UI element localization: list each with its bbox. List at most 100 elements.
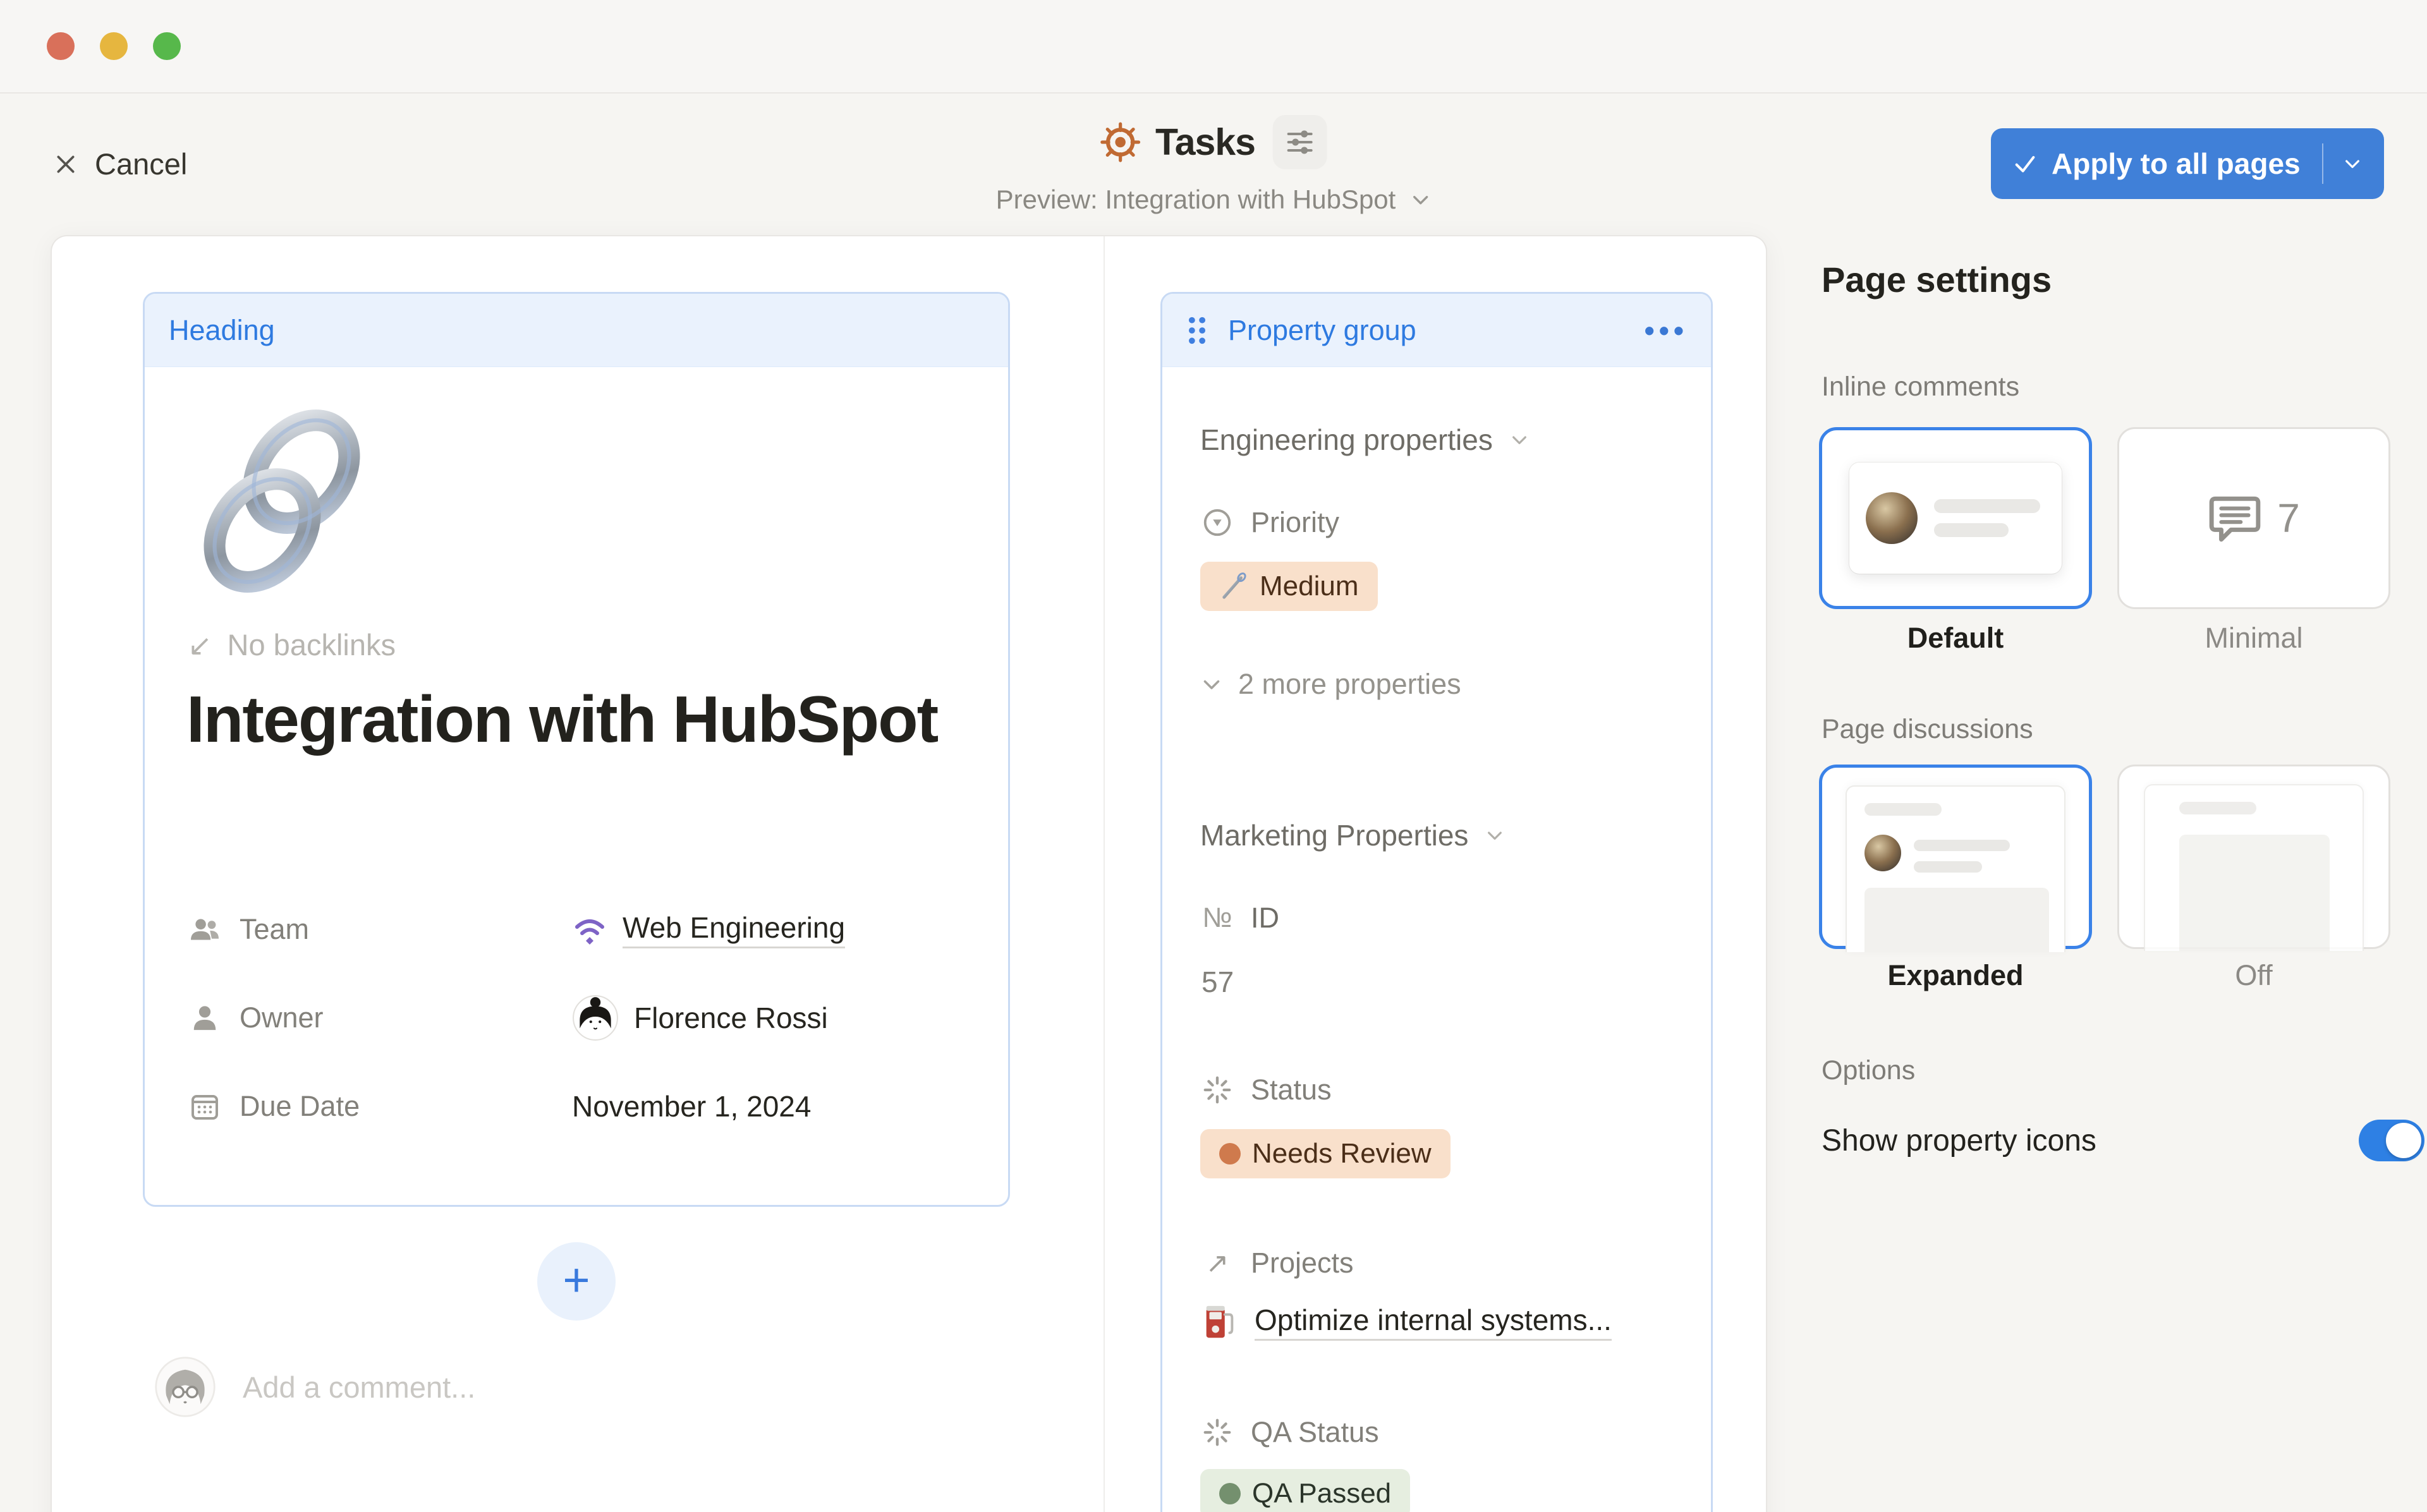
mini-avatar	[1864, 835, 1901, 871]
team-icon	[188, 916, 221, 943]
chevron-down-icon[interactable]	[2342, 154, 2363, 174]
owner-value[interactable]: Florence Rossi	[572, 993, 828, 1043]
due-date-value[interactable]: November 1, 2024	[572, 1081, 811, 1132]
engineering-group-header[interactable]: Engineering properties	[1200, 423, 1530, 457]
marketing-group-label: Marketing Properties	[1200, 818, 1468, 852]
heading-section-band: Heading	[145, 294, 1008, 367]
florence-avatar	[572, 995, 619, 1041]
engineering-group-label: Engineering properties	[1200, 423, 1493, 457]
more-properties-toggle[interactable]: 2 more properties	[1200, 668, 1461, 701]
zoom-window-button[interactable]	[153, 32, 181, 60]
projects-property-row: ↗ Projects	[1200, 1240, 1354, 1286]
apply-to-all-pages-button[interactable]: Apply to all pages	[1991, 128, 2384, 199]
chevron-down-icon	[1409, 189, 1431, 210]
property-group-band: Property group •••	[1162, 294, 1711, 367]
due-date-property-row: Due Date	[186, 1081, 360, 1132]
qa-spinner-icon	[1201, 1417, 1233, 1448]
preview-label: Preview: Integration with HubSpot	[996, 184, 1396, 215]
window-titlebar	[0, 0, 2427, 94]
status-value-tag: Needs Review	[1200, 1129, 1451, 1178]
more-options-icon[interactable]: •••	[1645, 313, 1688, 348]
cancel-button[interactable]: Cancel	[53, 147, 187, 181]
drag-handle-icon[interactable]	[1185, 313, 1209, 348]
priority-icon	[1201, 507, 1233, 538]
inline-comments-label: Inline comments	[1822, 372, 2019, 402]
document-title: Integration with HubSpot	[186, 677, 945, 763]
minimize-window-button[interactable]	[100, 32, 128, 60]
status-dot-icon	[1219, 1143, 1241, 1164]
page-title: Tasks	[1155, 121, 1255, 164]
minimal-preview: 7	[2208, 491, 2300, 545]
backlinks-row[interactable]: ↙ No backlinks	[188, 627, 396, 662]
owner-property-row: Owner	[186, 993, 324, 1043]
qa-status-property-row: QA Status	[1200, 1410, 1379, 1455]
discussions-off-option[interactable]	[2117, 765, 2390, 949]
status-value-text: Needs Review	[1252, 1138, 1432, 1170]
mini-page-preview	[1846, 785, 2065, 952]
qa-dot-icon	[1219, 1483, 1241, 1504]
qa-status-label: QA Status	[1251, 1416, 1379, 1449]
close-window-button[interactable]	[47, 32, 75, 60]
id-value: 57	[1201, 965, 1234, 999]
id-property-row: № ID	[1200, 895, 1279, 941]
status-label: Status	[1251, 1074, 1332, 1106]
discussions-expanded-option[interactable]	[1819, 765, 2092, 949]
team-property-row: Team	[186, 904, 309, 955]
toggle-knob	[2386, 1123, 2421, 1158]
inline-comments-minimal-option[interactable]: 7	[2117, 427, 2390, 609]
cancel-label: Cancel	[95, 147, 187, 181]
show-property-icons-toggle[interactable]	[2359, 1120, 2424, 1161]
backlink-arrow-icon: ↙	[188, 628, 212, 662]
priority-value-tag: Medium	[1200, 562, 1378, 611]
view-settings-button[interactable]	[1273, 115, 1327, 169]
needle-icon	[1219, 572, 1248, 601]
status-property-row: Status	[1200, 1067, 1332, 1113]
chevron-down-icon	[1485, 825, 1505, 845]
project-relation-link[interactable]: Optimize internal systems...	[1200, 1302, 1612, 1341]
due-date-label: Due Date	[240, 1090, 360, 1123]
options-label: Options	[1822, 1055, 1915, 1086]
comment-count: 7	[2277, 495, 2300, 541]
comment-composer	[154, 1356, 812, 1418]
customize-page-window: Cancel Tasks Preview: Integration with H…	[0, 0, 2427, 1512]
helm-page-icon	[1100, 121, 1141, 163]
marketing-group-header[interactable]: Marketing Properties	[1200, 818, 1505, 852]
property-group-card[interactable]: Property group ••• Engineering propertie…	[1160, 292, 1713, 1512]
qa-status-value-tag: QA Passed	[1200, 1469, 1410, 1512]
person-icon	[190, 1003, 219, 1032]
heading-section-card[interactable]: Heading ↙ No backlinks Integration with …	[143, 292, 1010, 1207]
traffic-lights	[47, 32, 181, 60]
show-property-icons-label: Show property icons	[1822, 1123, 2096, 1158]
heading-section-label: Heading	[169, 314, 275, 347]
no-backlinks-label: No backlinks	[228, 627, 396, 662]
sliders-icon	[1284, 126, 1317, 159]
arrow-up-right-icon: ↗	[1200, 1247, 1234, 1279]
chain-links-page-icon	[184, 401, 380, 597]
mini-comment-preview	[1849, 463, 2062, 574]
column-divider	[1104, 236, 1105, 1512]
teamspace-wifi-icon	[572, 912, 607, 947]
plus-icon: +	[563, 1253, 590, 1307]
default-option-label: Default	[1819, 622, 2092, 655]
close-icon	[53, 152, 78, 177]
team-value-link[interactable]: Web Engineering	[623, 910, 845, 948]
add-comment-input[interactable]	[243, 1370, 812, 1405]
qa-value-text: QA Passed	[1252, 1478, 1391, 1509]
more-properties-label: 2 more properties	[1238, 668, 1461, 701]
team-value[interactable]: Web Engineering	[572, 904, 845, 955]
owner-value-text: Florence Rossi	[634, 1001, 828, 1035]
check-icon	[2012, 151, 2038, 176]
team-label: Team	[240, 913, 309, 946]
fuel-pump-icon	[1200, 1302, 1239, 1341]
add-section-button[interactable]: +	[537, 1242, 616, 1321]
due-date-value-text: November 1, 2024	[572, 1089, 811, 1123]
expanded-option-label: Expanded	[1819, 959, 2092, 992]
priority-value-text: Medium	[1260, 571, 1359, 602]
minimal-option-label: Minimal	[2117, 622, 2390, 655]
preview-page-dropdown[interactable]: Preview: Integration with HubSpot	[996, 184, 1432, 215]
mini-page-preview-off	[2144, 784, 2364, 951]
inline-comments-default-option[interactable]	[1819, 427, 2092, 609]
current-user-avatar	[154, 1356, 216, 1418]
page-discussions-label: Page discussions	[1822, 714, 2033, 745]
mini-avatar	[1866, 492, 1918, 544]
